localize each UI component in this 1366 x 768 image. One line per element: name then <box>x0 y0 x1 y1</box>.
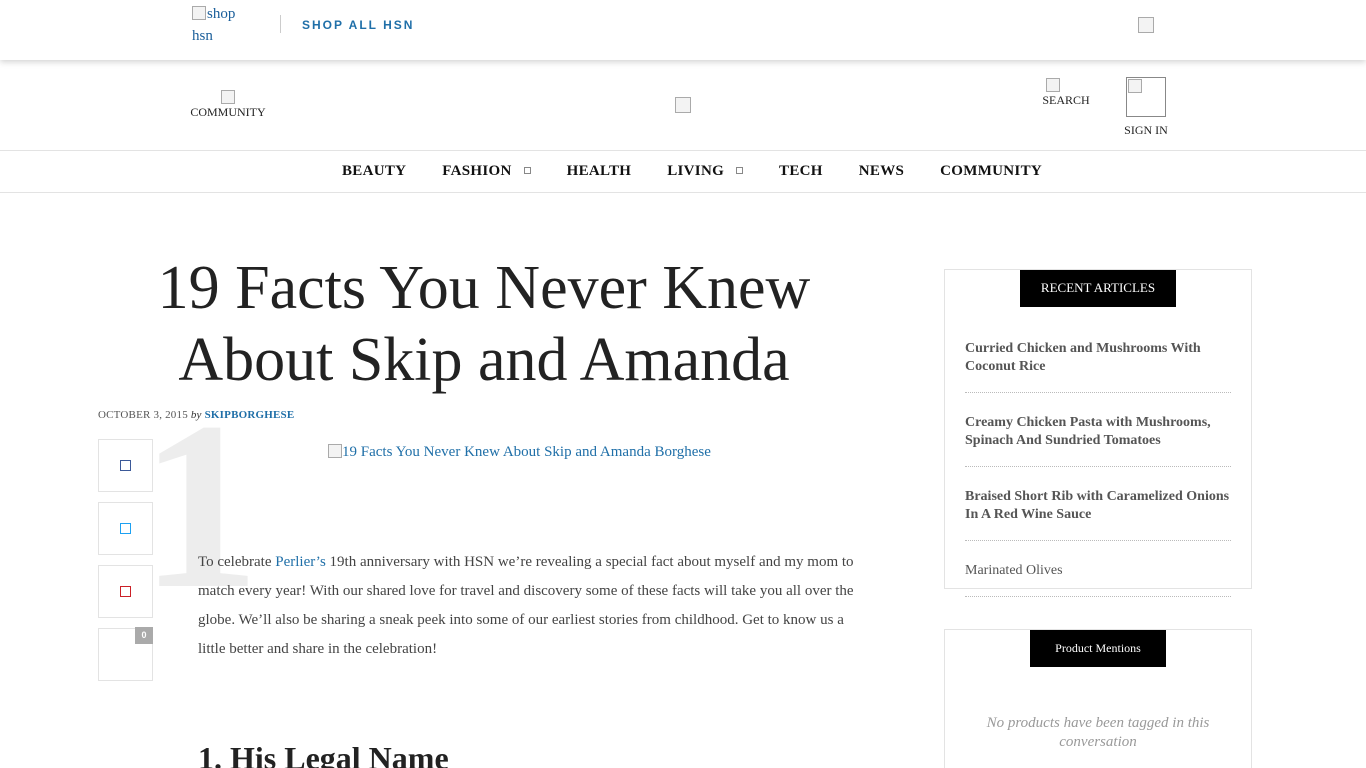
nav-label: HEALTH <box>566 163 632 179</box>
no-products-message: No products have been tagged in this con… <box>986 715 1210 750</box>
twitter-icon <box>120 523 131 534</box>
nav-label: LIVING <box>667 163 725 179</box>
hero-alt-text: 19 Facts You Never Knew About Skip and A… <box>342 444 711 460</box>
main-nav: BEAUTY FASHION HEALTH LIVING TECH NEWS C… <box>0 150 1366 193</box>
sign-in-label: SIGN IN <box>1124 123 1168 137</box>
avatar-image-icon <box>1128 79 1142 93</box>
perlier-link[interactable]: Perlier’s <box>275 554 326 570</box>
recent-article-link[interactable]: Braised Short Rib with Caramelized Onion… <box>965 488 1231 541</box>
shop-all-hsn-link[interactable]: SHOP ALL HSN <box>302 18 414 32</box>
recent-article-link[interactable]: Creamy Chicken Pasta with Mushrooms, Spi… <box>965 414 1231 467</box>
nav-item-living[interactable]: LIVING <box>649 151 761 191</box>
site-logo-icon[interactable] <box>675 97 691 113</box>
search-icon <box>1046 78 1060 92</box>
recent-articles-list: Curried Chicken and Mushrooms With Cocon… <box>965 340 1231 618</box>
nav-item-health[interactable]: HEALTH <box>549 151 650 191</box>
site-header: COMMUNITY SEARCH SIGN IN <box>0 60 1366 150</box>
hsn-logo-link[interactable]: shop hsn <box>192 3 252 47</box>
nav-label: TECH <box>779 163 823 179</box>
community-label: COMMUNITY <box>190 105 266 119</box>
recent-article-link[interactable]: Curried Chicken and Mushrooms With Cocon… <box>965 340 1231 393</box>
intro-text: To celebrate <box>198 554 276 570</box>
nav-item-community[interactable]: COMMUNITY <box>922 151 1060 191</box>
recent-articles-widget: RECENT ARTICLES Curried Chicken and Mush… <box>944 269 1252 597</box>
recent-articles-title: RECENT ARTICLES <box>1020 270 1176 307</box>
nav-item-tech[interactable]: TECH <box>761 151 841 191</box>
search-button[interactable]: SEARCH <box>1040 78 1092 108</box>
share-count-button[interactable]: 0 <box>98 627 153 681</box>
nav-label: BEAUTY <box>341 163 407 179</box>
nav-label: COMMUNITY <box>940 163 1043 179</box>
nav-item-beauty[interactable]: BEAUTY <box>324 151 424 191</box>
cart-icon[interactable] <box>1138 17 1154 33</box>
hero-image-icon <box>328 444 342 458</box>
product-mentions-widget: Product Mentions No products have been t… <box>944 629 1252 768</box>
twitter-share-button[interactable] <box>98 502 153 555</box>
top-bar: shop hsn SHOP ALL HSN <box>0 0 1366 60</box>
nav-label: FASHION <box>442 163 512 179</box>
search-label: SEARCH <box>1042 93 1090 107</box>
sign-in-button[interactable]: SIGN IN <box>1122 77 1170 138</box>
pinterest-share-button[interactable] <box>98 565 153 618</box>
hero-image-link[interactable]: 19 Facts You Never Knew About Skip and A… <box>328 444 711 461</box>
recent-article-link[interactable]: Marinated Olives <box>965 562 1231 597</box>
community-link[interactable]: COMMUNITY <box>190 90 266 120</box>
share-count-badge: 0 <box>135 627 153 644</box>
chevron-down-icon <box>736 167 744 174</box>
pinterest-icon <box>120 586 131 597</box>
fact-heading: 1. His Legal Name <box>198 740 449 768</box>
avatar <box>1126 77 1166 117</box>
product-mentions-title: Product Mentions <box>1030 630 1166 667</box>
logo-image-icon <box>192 6 206 20</box>
chevron-down-icon <box>523 167 531 174</box>
facebook-icon <box>120 460 131 471</box>
nav-label: NEWS <box>858 163 905 179</box>
community-icon <box>221 90 235 104</box>
nav-item-news[interactable]: NEWS <box>841 151 922 191</box>
nav-item-fashion[interactable]: FASHION <box>424 151 548 191</box>
article-intro: To celebrate Perlier’s 19th anniversary … <box>198 548 858 664</box>
facebook-share-button[interactable] <box>98 439 153 492</box>
topbar-divider <box>280 15 281 33</box>
